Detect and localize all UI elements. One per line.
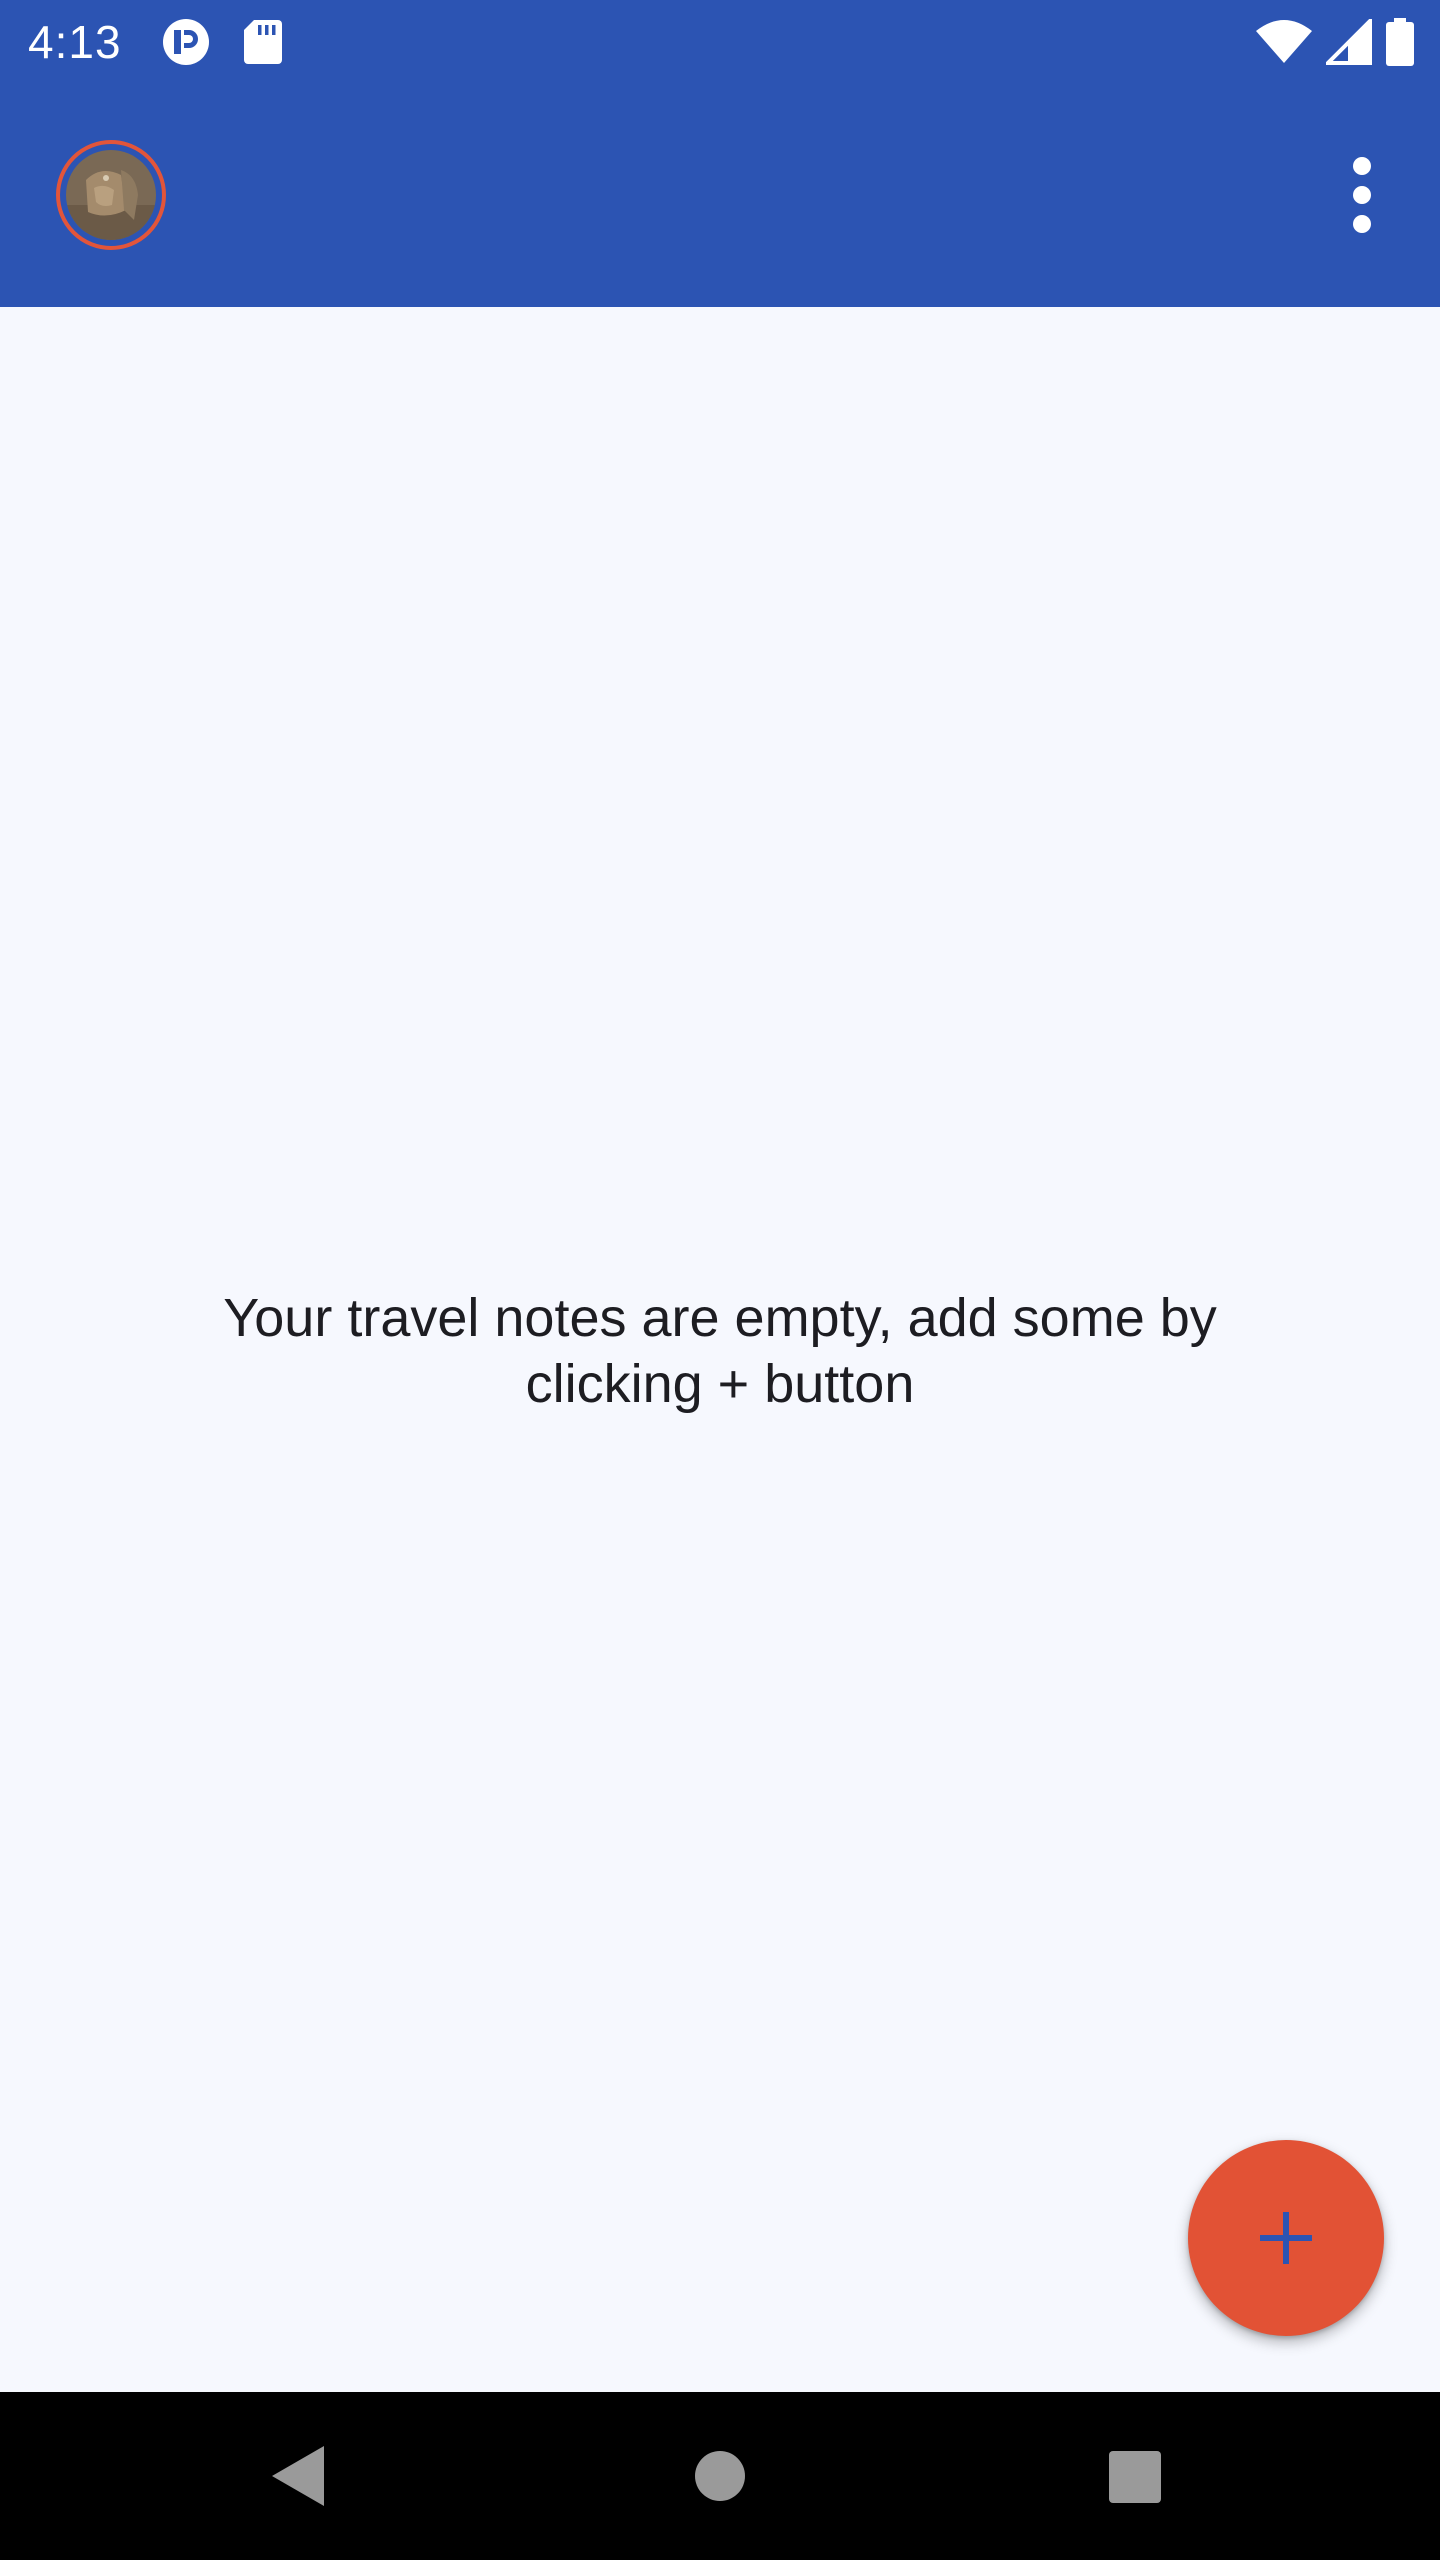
back-icon[interactable] (270, 2444, 326, 2508)
add-note-button[interactable] (1188, 2140, 1384, 2336)
more-vert-icon (1350, 157, 1374, 233)
overflow-menu-button[interactable] (1324, 150, 1400, 240)
notification-app-icon (162, 18, 210, 66)
recents-icon[interactable] (1108, 2450, 1162, 2504)
notes-list-area: Your travel notes are empty, add some by… (0, 307, 1440, 2392)
status-right-icons (1256, 18, 1414, 66)
home-icon[interactable] (694, 2450, 746, 2502)
plus-icon (1258, 2210, 1314, 2266)
status-time: 4:13 (28, 16, 122, 68)
status-bar: 4:13 (0, 0, 1440, 84)
sd-card-icon (244, 20, 282, 64)
system-nav-bar (0, 2392, 1440, 2560)
status-left-icons (162, 18, 282, 66)
signal-icon (1326, 19, 1372, 65)
profile-avatar[interactable] (56, 140, 166, 250)
avatar-image (66, 150, 156, 240)
empty-state-message: Your travel notes are empty, add some by… (223, 1288, 1217, 1414)
battery-icon (1386, 18, 1414, 66)
wifi-icon (1256, 19, 1312, 65)
app-bar (0, 84, 1440, 307)
